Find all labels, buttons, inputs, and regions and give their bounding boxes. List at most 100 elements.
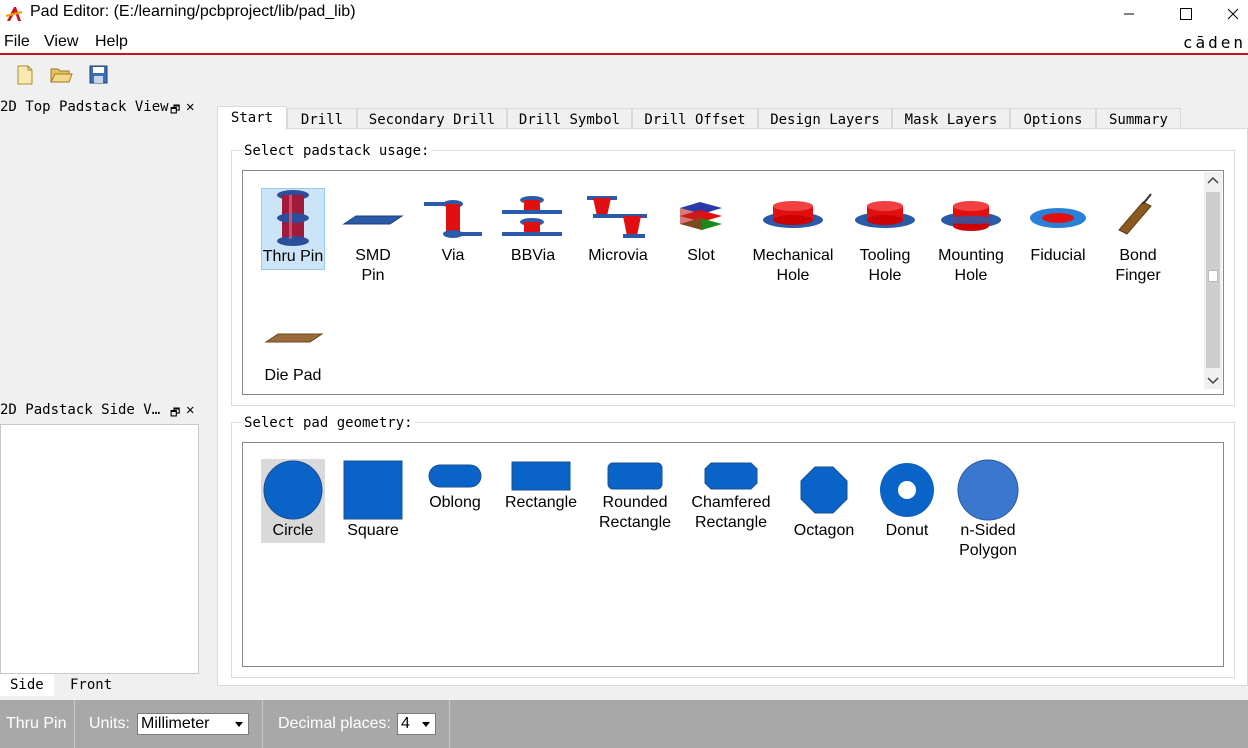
geometry-circle[interactable]: Circle [261, 459, 325, 543]
geometry-label: Chamfered [691, 494, 771, 511]
tab-side[interactable]: Side [0, 674, 54, 696]
die-pad-icon [264, 333, 324, 343]
scroll-down-icon[interactable] [1204, 371, 1222, 389]
minimize-button[interactable] [1105, 0, 1153, 28]
usage-label: Pin [361, 267, 385, 284]
geometry-rounded-rectangle[interactable]: Rounded Rectangle [595, 459, 675, 539]
oblong-pad-icon [428, 464, 482, 488]
tab-mask-layers[interactable]: Mask Layers [892, 108, 1010, 129]
usage-label: Die Pad [264, 367, 322, 384]
usage-label: Hole [776, 267, 810, 284]
usage-mechanical-hole[interactable]: Mechanical Hole [748, 188, 838, 290]
status-divider [262, 700, 263, 748]
decimal-places-value: 4 [401, 715, 410, 732]
usage-mounting-hole[interactable]: Mounting Hole [933, 188, 1009, 290]
usage-die-pad[interactable]: Die Pad [261, 308, 325, 390]
usage-smd-pin[interactable]: SMD Pin [341, 188, 405, 290]
geometry-chamfered-rectangle[interactable]: Chamfered Rectangle [687, 459, 775, 539]
tab-secondary-drill[interactable]: Secondary Drill [357, 108, 507, 129]
decimal-places-select[interactable]: 4 [397, 713, 436, 735]
status-divider [74, 700, 75, 748]
save-button[interactable] [87, 64, 111, 86]
close-button[interactable] [1218, 0, 1248, 28]
top-view-title: 2D Top Padstack View [0, 99, 169, 115]
tab-front[interactable]: Front [60, 674, 122, 696]
menu-help[interactable]: Help [95, 33, 128, 51]
chevron-down-icon [235, 722, 243, 727]
usage-bond-finger[interactable]: Bond Finger [1105, 188, 1171, 290]
tab-drill-offset[interactable]: Drill Offset [632, 108, 758, 129]
new-file-icon [17, 65, 33, 85]
top-padstack-view [0, 120, 200, 396]
usage-bbvia[interactable]: BBVia [501, 188, 565, 270]
fiducial-icon [1030, 208, 1086, 228]
chevron-down-icon [422, 722, 430, 727]
usage-label: BBVia [510, 247, 556, 264]
mechanical-hole-icon [763, 201, 823, 228]
scroll-grip [1208, 270, 1218, 282]
bbvia-icon [502, 196, 562, 236]
geometry-square[interactable]: Square [341, 459, 405, 543]
maximize-icon [1180, 8, 1192, 20]
float-dock-icon[interactable]: 🗗 [170, 101, 180, 119]
units-label: Units: [89, 715, 130, 732]
thru-pin-icon [277, 190, 309, 246]
usage-label: Hole [868, 267, 902, 284]
menu-view[interactable]: View [44, 33, 78, 51]
geometry-rectangle[interactable]: Rectangle [503, 459, 579, 519]
usage-slot[interactable]: Slot [669, 188, 733, 270]
tab-options[interactable]: Options [1010, 108, 1096, 129]
usage-thru-pin[interactable]: Thru Pin [261, 188, 325, 270]
geometry-label: n-Sided [960, 522, 1016, 539]
usage-label: Bond [1119, 247, 1157, 264]
minimize-icon [1124, 13, 1134, 15]
rectangle-pad-icon [511, 461, 571, 491]
octagon-pad-icon [800, 466, 848, 514]
geometry-octagon[interactable]: Octagon [789, 459, 859, 543]
close-dock-icon[interactable]: ✕ [186, 402, 194, 418]
geometry-label: Donut [885, 522, 929, 539]
top-view-dock-header: 2D Top Padstack View 🗗 ✕ [0, 99, 200, 119]
decimal-places-label: Decimal places: [278, 715, 391, 732]
tab-design-layers[interactable]: Design Layers [758, 108, 892, 129]
maximize-button[interactable] [1162, 0, 1210, 28]
menu-file[interactable]: File [4, 33, 30, 51]
geometry-label: Rectangle [504, 494, 578, 511]
geometry-n-sided-polygon[interactable]: n-Sided Polygon [951, 459, 1025, 563]
bond-finger-icon [1118, 193, 1152, 235]
close-dock-icon[interactable]: ✕ [186, 99, 194, 115]
tab-start[interactable]: Start [217, 106, 287, 130]
geometry-list[interactable]: Circle Square Oblong Rectangle Rounded R… [242, 442, 1224, 667]
geometry-donut[interactable]: Donut [875, 459, 939, 543]
geometry-label: Rectangle [694, 514, 768, 531]
geometry-oblong[interactable]: Oblong [423, 459, 487, 519]
usage-label: SMD [355, 247, 391, 264]
tab-drill[interactable]: Drill [287, 108, 357, 129]
microvia-icon [587, 196, 647, 238]
geometry-label: Oblong [429, 494, 481, 511]
slot-icon [680, 202, 722, 230]
save-icon [89, 65, 108, 84]
scroll-up-icon[interactable] [1204, 172, 1222, 190]
n-sided-polygon-pad-icon [957, 459, 1019, 521]
geometry-label: Circle [272, 522, 314, 539]
tab-drill-symbol[interactable]: Drill Symbol [507, 108, 632, 129]
usage-via[interactable]: Via [421, 188, 485, 270]
units-value: Millimeter [141, 715, 210, 732]
title-bar: Pad Editor: (E:/learning/pcbproject/lib/… [0, 0, 1248, 28]
geometry-label: Rectangle [598, 514, 672, 531]
usage-scrollbar[interactable] [1204, 172, 1222, 389]
start-tab-panel: Select padstack usage: Thru Pin SMD Pin [217, 128, 1248, 686]
status-bar: Thru Pin Units: Millimeter Decimal place… [0, 700, 1248, 748]
usage-fiducial[interactable]: Fiducial [1025, 188, 1091, 270]
usage-list[interactable]: Thru Pin SMD Pin Via BBVia Microvia Slot… [242, 170, 1224, 395]
float-dock-icon[interactable]: 🗗 [170, 404, 180, 422]
usage-tooling-hole[interactable]: Tooling Hole [850, 188, 920, 290]
usage-microvia[interactable]: Microvia [583, 188, 653, 270]
side-view-title: 2D Padstack Side V… [0, 402, 161, 418]
new-button[interactable] [13, 64, 37, 86]
tab-summary[interactable]: Summary [1096, 108, 1181, 129]
geometry-label: Square [347, 522, 399, 539]
units-select[interactable]: Millimeter [137, 713, 249, 735]
open-button[interactable] [49, 64, 73, 86]
